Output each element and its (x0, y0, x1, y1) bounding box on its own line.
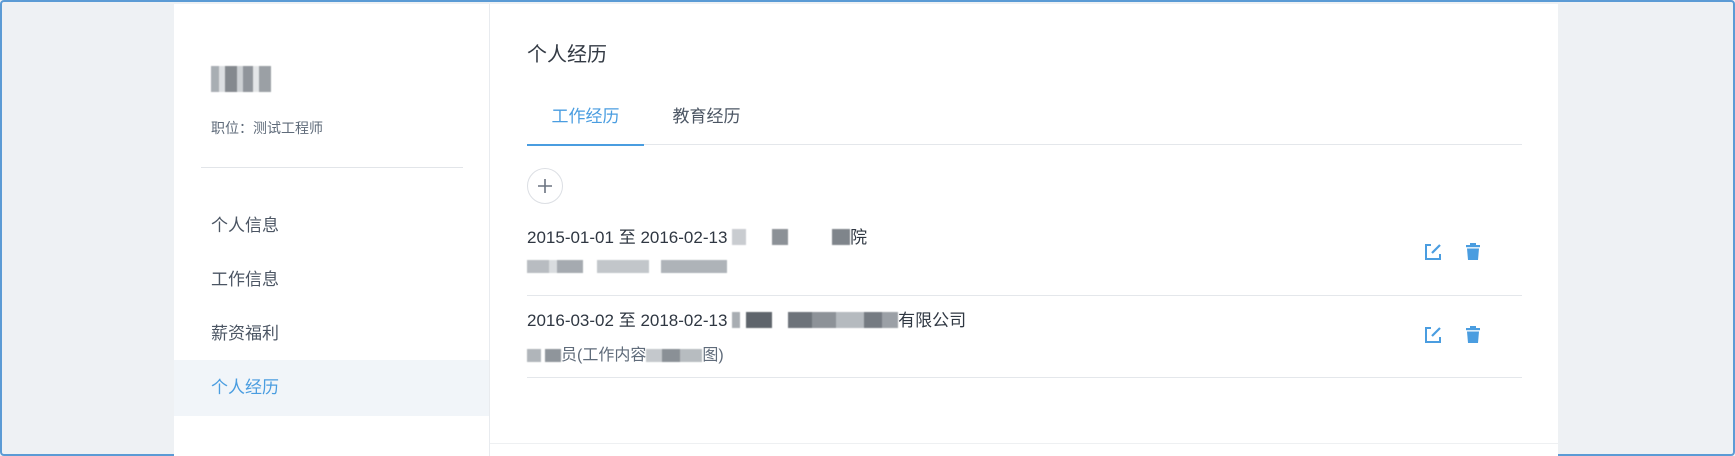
edit-icon[interactable] (1422, 324, 1444, 346)
list-item: 2016-03-02 至 2018-02-13 有限公司 员(工作内容 图) (527, 295, 1522, 378)
add-entry-button[interactable] (527, 168, 563, 204)
company-name-redacted (732, 312, 899, 328)
description-redacted (527, 260, 727, 273)
entry-start-date: 2015-01-01 (527, 228, 614, 247)
role-desc-suffix: 图) (702, 347, 724, 364)
history-tabs: 工作经历 教育经历 (527, 92, 1522, 146)
divider (490, 443, 1558, 444)
entry-end-date: 2018-02-13 (640, 311, 728, 330)
entry-description: 员(工作内容 图) (527, 341, 724, 365)
org-name-suffix: 院 (850, 228, 868, 247)
role-redacted (527, 349, 561, 362)
company-name-suffix: 有限公司 (898, 311, 967, 330)
sidebar-item-personal-info[interactable]: 个人信息 (174, 198, 489, 254)
edit-icon[interactable] (1422, 241, 1444, 263)
profile-card: 职位：测试工程师 个人信息 工作信息 薪资福利 个人经历 个人经历 工作经历 教… (174, 4, 1558, 456)
list-item: 2015-01-01 至 2016-02-13 院 (527, 212, 1522, 296)
entry-period: 2015-01-01 至 2016-02-13 院 (527, 223, 867, 248)
tab-education-history[interactable]: 教育经历 (644, 92, 769, 144)
sidebar-item-personal-history[interactable]: 个人经历 (174, 360, 489, 416)
trash-icon[interactable] (1462, 241, 1484, 263)
sidebar-divider (201, 167, 463, 168)
entry-separator: 至 (618, 228, 636, 247)
main-panel: 个人经历 工作经历 教育经历 2015-01-01 至 2016-02-13 院 (490, 4, 1558, 456)
page-title: 个人经历 (527, 44, 607, 66)
entry-description (527, 258, 727, 276)
sidebar-item-work-info[interactable]: 工作信息 (174, 252, 489, 308)
role-desc-prefix: 员(工作内容 (561, 347, 647, 364)
entry-start-date: 2016-03-02 (527, 311, 614, 330)
work-content-redacted (646, 349, 703, 362)
trash-icon[interactable] (1462, 324, 1484, 346)
employee-name-redacted (211, 66, 275, 92)
sidebar-item-salary-benefits[interactable]: 薪资福利 (174, 306, 489, 362)
position-label: 职位：测试工程师 (211, 120, 323, 136)
tab-work-history[interactable]: 工作经历 (527, 92, 644, 146)
entry-separator: 至 (618, 311, 636, 330)
plus-icon (538, 179, 552, 193)
entry-period: 2016-03-02 至 2018-02-13 有限公司 (527, 306, 966, 331)
sidebar: 职位：测试工程师 个人信息 工作信息 薪资福利 个人经历 (174, 4, 490, 456)
entry-end-date: 2016-02-13 (640, 228, 728, 247)
org-name-redacted (732, 229, 851, 245)
